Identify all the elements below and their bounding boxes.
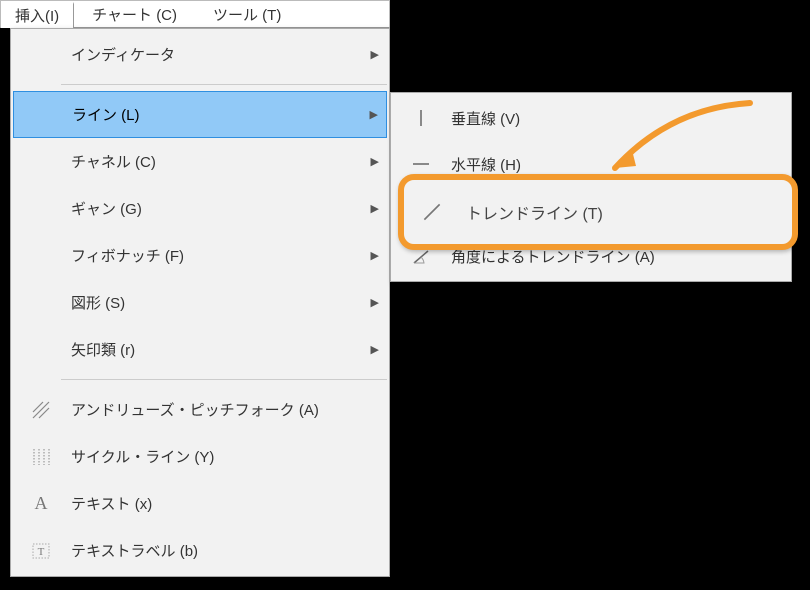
menu-item-text[interactable]: A テキスト (x)	[13, 480, 387, 527]
tab-insert[interactable]: 挿入(I)	[1, 2, 74, 28]
submenu-item-label: 水平線 (H)	[441, 154, 781, 175]
chevron-right-icon: ▶	[371, 249, 379, 262]
insert-menu: インディケータ ▶ ライン (L) ▶ チャネル (C) ▶ ギャン (G) ▶…	[10, 28, 390, 577]
menu-item-shapes[interactable]: 図形 (S) ▶	[13, 279, 387, 326]
text-label-icon: T	[21, 540, 61, 562]
pitchfork-icon	[21, 399, 61, 421]
horizontal-line-icon	[401, 153, 441, 175]
menu-item-line[interactable]: ライン (L) ▶	[13, 91, 387, 138]
menu-item-label: 図形 (S)	[61, 292, 371, 313]
submenu-item-label: 角度によるトレンドライン (A)	[441, 246, 781, 267]
menu-item-gann[interactable]: ギャン (G) ▶	[13, 185, 387, 232]
chevron-right-icon: ▶	[370, 108, 378, 121]
menu-item-label: インディケータ	[61, 44, 371, 65]
submenu-item-horizontal[interactable]: 水平線 (H)	[393, 141, 789, 187]
svg-text:T: T	[38, 546, 45, 558]
menu-item-label: テキストラベル (b)	[61, 540, 379, 561]
menu-item-fibonacci[interactable]: フィボナッチ (F) ▶	[13, 232, 387, 279]
chevron-right-icon: ▶	[371, 155, 379, 168]
menu-item-label: 矢印類 (r)	[61, 339, 371, 360]
menu-item-label: テキスト (x)	[61, 493, 379, 514]
chevron-right-icon: ▶	[371, 296, 379, 309]
menu-item-indicator[interactable]: インディケータ ▶	[13, 31, 387, 78]
submenu-item-angle-trendline[interactable]: 角度によるトレンドライン (A)	[393, 233, 789, 279]
cycle-lines-icon	[21, 446, 61, 468]
text-icon: A	[21, 493, 61, 514]
tab-chart[interactable]: チャート (C)	[74, 1, 195, 27]
chevron-right-icon: ▶	[371, 48, 379, 61]
tab-label: ツール (T)	[213, 4, 281, 25]
menu-item-text-label[interactable]: T テキストラベル (b)	[13, 527, 387, 574]
chevron-right-icon: ▶	[371, 343, 379, 356]
angle-trend-line-icon	[401, 245, 441, 267]
vertical-line-icon	[401, 107, 441, 129]
menu-item-label: フィボナッチ (F)	[61, 245, 371, 266]
menu-item-channel[interactable]: チャネル (C) ▶	[13, 138, 387, 185]
tab-label: チャート (C)	[92, 4, 177, 25]
separator	[61, 379, 387, 380]
submenu-item-vertical[interactable]: 垂直線 (V)	[393, 95, 789, 141]
menu-item-arrows[interactable]: 矢印類 (r) ▶	[13, 326, 387, 373]
chevron-right-icon: ▶	[371, 202, 379, 215]
tab-tool[interactable]: ツール (T)	[195, 1, 299, 27]
menu-item-label: ライン (L)	[62, 104, 370, 125]
menubar: 挿入(I) チャート (C) ツール (T)	[0, 0, 390, 28]
tab-label: 挿入(I)	[15, 5, 59, 26]
submenu-item-label: 垂直線 (V)	[441, 108, 781, 129]
menu-item-label: チャネル (C)	[61, 151, 371, 172]
menu-item-pitchfork[interactable]: アンドリューズ・ピッチフォーク (A)	[13, 386, 387, 433]
line-submenu: 垂直線 (V) 水平線 (H) トレンドライン (T) 角度によるトレンドライン…	[390, 92, 792, 282]
menu-item-label: ギャン (G)	[61, 198, 371, 219]
menu-item-cycle[interactable]: サイクル・ライン (Y)	[13, 433, 387, 480]
menu-item-label: アンドリューズ・ピッチフォーク (A)	[61, 399, 379, 420]
menu-item-label: サイクル・ライン (Y)	[61, 446, 379, 467]
separator	[61, 84, 387, 85]
